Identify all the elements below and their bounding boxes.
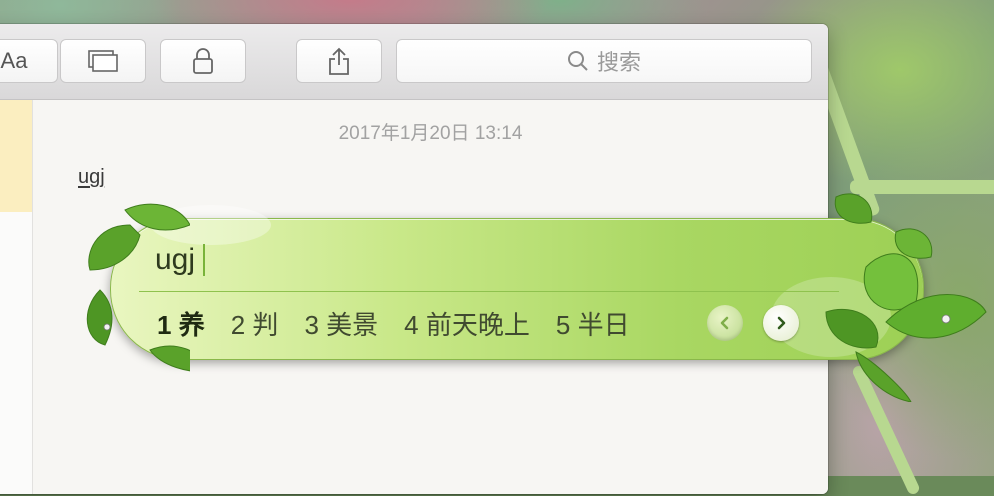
- share-icon: [329, 47, 349, 75]
- prev-page-button[interactable]: [707, 305, 743, 341]
- candidate-2[interactable]: 2 判: [231, 305, 279, 342]
- font-size-icon: Aa: [0, 48, 28, 73]
- prev-page-icon: [720, 316, 729, 330]
- lock-note-button[interactable]: [160, 39, 246, 83]
- font-format-button[interactable]: Aa: [0, 39, 58, 83]
- search-placeholder: 搜索: [596, 50, 641, 75]
- share-button[interactable]: [296, 39, 382, 83]
- candidate-4[interactable]: 4 前天晚上: [404, 305, 530, 342]
- leaf-decoration: [825, 193, 987, 402]
- ime-divider: [139, 291, 839, 292]
- note-body-text[interactable]: ugj: [78, 166, 105, 189]
- candidate-list: 1 养 2 判 3 美景 4 前天晚上 5 半日: [157, 305, 630, 342]
- selected-note-item[interactable]: [0, 100, 32, 212]
- text-caret: [203, 244, 206, 276]
- attachments-view-button[interactable]: [60, 39, 146, 83]
- search-field[interactable]: 搜索: [396, 39, 812, 83]
- next-page-icon: [777, 316, 786, 330]
- search-icon: [567, 51, 588, 71]
- gallery-view-icon: [88, 50, 118, 72]
- leaf-decoration: [86, 203, 190, 372]
- candidate-3[interactable]: 3 美景: [304, 305, 378, 342]
- next-page-button[interactable]: [763, 305, 799, 341]
- candidate-5[interactable]: 5 半日: [556, 305, 630, 342]
- notes-list-sidebar[interactable]: [0, 100, 33, 494]
- toolbar: Aa 搜索: [0, 24, 828, 100]
- note-timestamp: 2017年1月20日 13:14: [338, 123, 523, 144]
- ime-candidate-panel: ugj 1 养 2 判 3 美景 4 前天晚上 5 半日: [110, 205, 924, 360]
- lock-icon: [193, 48, 213, 74]
